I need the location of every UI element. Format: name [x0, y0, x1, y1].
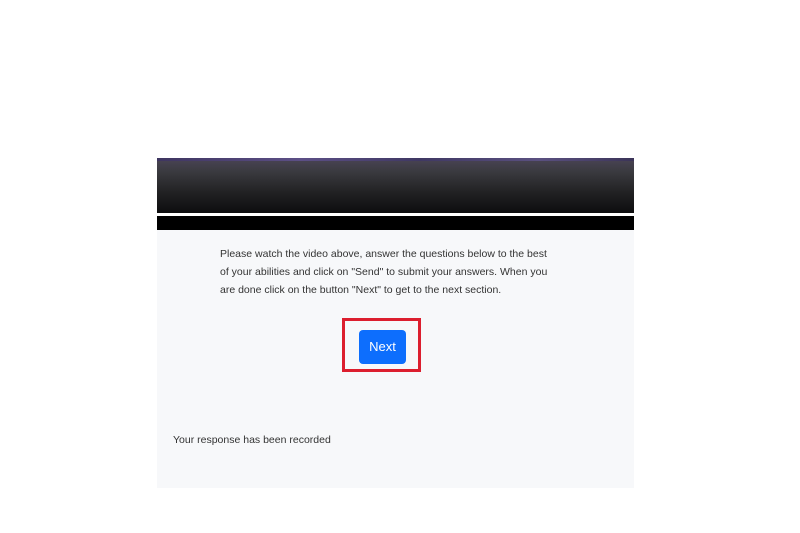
instructions-text: Please watch the video above, answer the… [220, 248, 548, 296]
video-player[interactable] [157, 158, 634, 213]
response-status-text: Your response has been recorded [173, 434, 331, 446]
next-button[interactable]: Next [359, 330, 406, 364]
page: Please watch the video above, answer the… [0, 0, 800, 533]
video-frame-edge [157, 158, 634, 161]
video-controls-bar[interactable] [157, 216, 634, 230]
